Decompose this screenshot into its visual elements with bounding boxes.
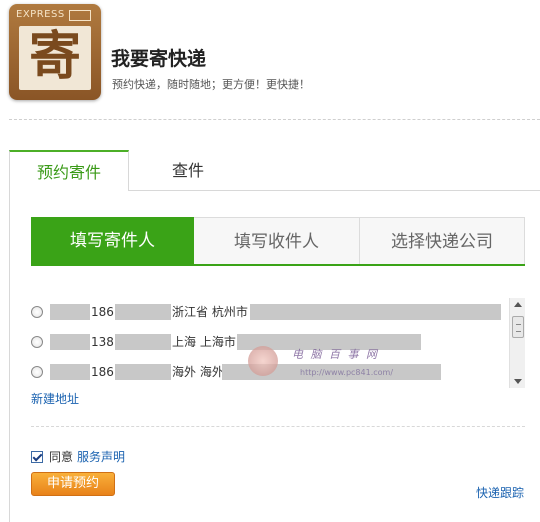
header-divider (9, 119, 540, 120)
address-radio[interactable] (31, 366, 43, 378)
step-recipient[interactable]: 填写收件人 (194, 217, 360, 265)
redacted-address (250, 304, 501, 320)
redacted-name (50, 364, 90, 380)
watermark-url: http://www.pc841.com/ (300, 368, 394, 377)
address-location: 海外 海外 (172, 365, 224, 379)
address-location: 上海 上海市 (172, 335, 236, 349)
redacted-phone (115, 364, 171, 380)
logo-stamp-icon (69, 10, 91, 21)
address-phone: 186 (91, 365, 114, 379)
scroll-thumb[interactable] (512, 316, 524, 338)
scroll-up-icon[interactable] (514, 302, 522, 307)
step-sender[interactable]: 填写寄件人 (31, 217, 194, 265)
redacted-phone (115, 334, 171, 350)
track-shipment-link[interactable]: 快递跟踪 (476, 484, 524, 501)
steps-underline (31, 264, 525, 266)
address-radio[interactable] (31, 336, 43, 348)
page-subtitle: 预约快递，随时随地；更方便！更快捷！ (112, 78, 310, 91)
submit-booking-button[interactable]: 申请预约 (31, 472, 115, 496)
logo-char: 寄 (28, 27, 81, 87)
address-location: 浙江省 杭州市 (172, 305, 248, 319)
panel-border (9, 190, 10, 522)
address-phone: 138 (91, 335, 114, 349)
redacted-name (50, 304, 90, 320)
address-row[interactable]: 186 浙江省 杭州市 (31, 302, 509, 322)
agree-checkbox[interactable] (31, 451, 43, 463)
rose-icon (248, 346, 278, 376)
form-divider (31, 426, 525, 427)
agree-label: 同意 (49, 450, 74, 464)
scroll-down-icon[interactable] (514, 379, 522, 384)
address-phone: 186 (91, 305, 114, 319)
tab-track-shipment[interactable]: 查件 (130, 150, 246, 191)
address-scrollbar[interactable] (509, 298, 525, 388)
address-radio[interactable] (31, 306, 43, 318)
express-logo: EXPRESS 寄 (9, 4, 101, 100)
page-title: 我要寄快递 (111, 48, 207, 70)
new-address-link[interactable]: 新建地址 (31, 390, 79, 407)
service-terms-link[interactable]: 服务声明 (77, 450, 125, 464)
tab-book-shipment[interactable]: 预约寄件 (9, 150, 129, 191)
watermark: 电 脑 百 事 网 http://www.pc841.com/ (248, 342, 408, 386)
redacted-name (50, 334, 90, 350)
logo-express-text: EXPRESS (16, 9, 65, 20)
redacted-phone (115, 304, 171, 320)
watermark-title: 电 脑 百 事 网 (292, 348, 379, 361)
step-courier[interactable]: 选择快递公司 (360, 217, 525, 265)
